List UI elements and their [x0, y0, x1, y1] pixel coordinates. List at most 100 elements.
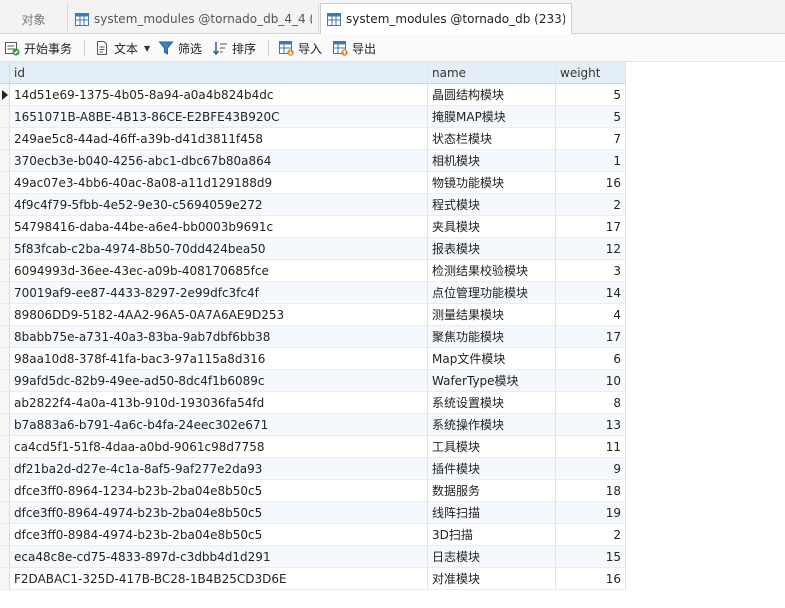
- cell-weight[interactable]: 1: [556, 150, 626, 172]
- row-selector[interactable]: [0, 216, 10, 238]
- table-row[interactable]: 98aa10d8-378f-41fa-bac3-97a115a8d316 Map文…: [0, 348, 626, 370]
- column-header-weight[interactable]: weight: [556, 62, 626, 84]
- cell-id[interactable]: 99afd5dc-82b9-49ee-ad50-8dc4f1b6089c: [10, 370, 428, 392]
- chevron-down-icon[interactable]: ▼: [144, 44, 150, 53]
- cell-name[interactable]: 聚焦功能模块: [428, 326, 556, 348]
- table-row[interactable]: 89806DD9-5182-4AA2-96A5-0A7A6AE9D253 测量结果…: [0, 304, 626, 326]
- cell-weight[interactable]: 8: [556, 392, 626, 414]
- data-grid[interactable]: id name weight 14d51e69-1375-4b05-8a94-a…: [0, 62, 785, 608]
- table-row[interactable]: dfce3ff0-8964-1234-b23b-2ba04e8b50c5 数据服务…: [0, 480, 626, 502]
- row-selector[interactable]: [0, 436, 10, 458]
- export-button[interactable]: 导出: [332, 38, 376, 58]
- cell-name[interactable]: 插件模块: [428, 458, 556, 480]
- table-row[interactable]: 5f83fcab-c2ba-4974-8b50-70dd424bea50 报表模块…: [0, 238, 626, 260]
- cell-name[interactable]: 测量结果模块: [428, 304, 556, 326]
- table-row[interactable]: 99afd5dc-82b9-49ee-ad50-8dc4f1b6089c Wafe…: [0, 370, 626, 392]
- table-row[interactable]: ca4cd5f1-51f8-4daa-a0bd-9061c98d7758 工具模块…: [0, 436, 626, 458]
- cell-weight[interactable]: 19: [556, 502, 626, 524]
- row-selector[interactable]: [0, 546, 10, 568]
- cell-id[interactable]: ab2822f4-4a0a-413b-910d-193036fa54fd: [10, 392, 428, 414]
- row-selector[interactable]: [0, 128, 10, 150]
- cell-id[interactable]: 8babb75e-a731-40a3-83ba-9ab7dbf6bb38: [10, 326, 428, 348]
- row-selector[interactable]: [0, 480, 10, 502]
- row-selector[interactable]: [0, 150, 10, 172]
- cell-name[interactable]: 相机模块: [428, 150, 556, 172]
- cell-weight[interactable]: 12: [556, 238, 626, 260]
- cell-weight[interactable]: 5: [556, 84, 626, 106]
- cell-weight[interactable]: 9: [556, 458, 626, 480]
- row-selector[interactable]: [0, 238, 10, 260]
- cell-id[interactable]: dfce3ff0-8984-4974-b23b-2ba04e8b50c5: [10, 524, 428, 546]
- cell-id[interactable]: F2DABAC1-325D-417B-BC28-1B4B25CD3D6E: [10, 568, 428, 590]
- cell-weight[interactable]: 14: [556, 282, 626, 304]
- cell-name[interactable]: 线阵扫描: [428, 502, 556, 524]
- cell-weight[interactable]: 15: [556, 546, 626, 568]
- begin-transaction-button[interactable]: 开始事务: [4, 38, 72, 58]
- row-selector[interactable]: [0, 260, 10, 282]
- cell-id[interactable]: ca4cd5f1-51f8-4daa-a0bd-9061c98d7758: [10, 436, 428, 458]
- table-row[interactable]: F2DABAC1-325D-417B-BC28-1B4B25CD3D6E 对准模块…: [0, 568, 626, 590]
- cell-name[interactable]: 报表模块: [428, 238, 556, 260]
- cell-weight[interactable]: 6: [556, 348, 626, 370]
- cell-name[interactable]: 系统设置模块: [428, 392, 556, 414]
- cell-weight[interactable]: 17: [556, 326, 626, 348]
- cell-name[interactable]: 日志模块: [428, 546, 556, 568]
- row-selector[interactable]: [0, 326, 10, 348]
- row-selector[interactable]: [0, 568, 10, 590]
- text-view-button[interactable]: 文本 ▼: [94, 38, 150, 58]
- row-selector[interactable]: [0, 392, 10, 414]
- row-selector[interactable]: [0, 458, 10, 480]
- row-selector[interactable]: [0, 172, 10, 194]
- table-row[interactable]: 14d51e69-1375-4b05-8a94-a0a4b824b4dc 晶圆结构…: [0, 84, 626, 106]
- cell-weight[interactable]: 5: [556, 106, 626, 128]
- row-selector[interactable]: [0, 348, 10, 370]
- cell-name[interactable]: 夹具模块: [428, 216, 556, 238]
- column-header-id[interactable]: id: [10, 62, 428, 84]
- row-selector[interactable]: [0, 524, 10, 546]
- sort-button[interactable]: 排序: [212, 38, 256, 58]
- cell-weight[interactable]: 16: [556, 568, 626, 590]
- cell-weight[interactable]: 17: [556, 216, 626, 238]
- cell-id[interactable]: 1651071B-A8BE-4B13-86CE-E2BFE43B920C: [10, 106, 428, 128]
- cell-name[interactable]: 点位管理功能模块: [428, 282, 556, 304]
- cell-weight[interactable]: 2: [556, 194, 626, 216]
- row-selector[interactable]: [0, 282, 10, 304]
- cell-id[interactable]: 14d51e69-1375-4b05-8a94-a0a4b824b4dc: [10, 84, 428, 106]
- table-row[interactable]: dfce3ff0-8984-4974-b23b-2ba04e8b50c5 3D扫描…: [0, 524, 626, 546]
- tab-system-modules-db-4-4[interactable]: system_modules @tornado_db_4_4 (...: [69, 4, 319, 34]
- cell-name[interactable]: 检测结果校验模块: [428, 260, 556, 282]
- import-button[interactable]: 导入: [278, 38, 322, 58]
- cell-name[interactable]: 系统操作模块: [428, 414, 556, 436]
- cell-weight[interactable]: 18: [556, 480, 626, 502]
- table-row[interactable]: 70019af9-ee87-4433-8297-2e99dfc3fc4f 点位管理…: [0, 282, 626, 304]
- table-row[interactable]: 249ae5c8-44ad-46ff-a39b-d41d3811f458 状态栏模…: [0, 128, 626, 150]
- filter-button[interactable]: 筛选: [158, 38, 202, 58]
- cell-weight[interactable]: 11: [556, 436, 626, 458]
- table-row[interactable]: 54798416-daba-44be-a6e4-bb0003b9691c 夹具模块…: [0, 216, 626, 238]
- table-row[interactable]: 8babb75e-a731-40a3-83ba-9ab7dbf6bb38 聚焦功能…: [0, 326, 626, 348]
- table-row[interactable]: df21ba2d-d27e-4c1a-8af5-9af277e2da93 插件模块…: [0, 458, 626, 480]
- row-selector[interactable]: [0, 414, 10, 436]
- cell-name[interactable]: 对准模块: [428, 568, 556, 590]
- cell-weight[interactable]: 3: [556, 260, 626, 282]
- cell-weight[interactable]: 4: [556, 304, 626, 326]
- cell-id[interactable]: 98aa10d8-378f-41fa-bac3-97a115a8d316: [10, 348, 428, 370]
- cell-name[interactable]: 数据服务: [428, 480, 556, 502]
- cell-name[interactable]: 掩膜MAP模块: [428, 106, 556, 128]
- tab-objects[interactable]: 对象: [0, 4, 68, 34]
- cell-name[interactable]: Map文件模块: [428, 348, 556, 370]
- table-row[interactable]: b7a883a6-b791-4a6c-b4fa-24eec302e671 系统操作…: [0, 414, 626, 436]
- cell-id[interactable]: b7a883a6-b791-4a6c-b4fa-24eec302e671: [10, 414, 428, 436]
- table-row[interactable]: 370ecb3e-b040-4256-abc1-dbc67b80a864 相机模块…: [0, 150, 626, 172]
- cell-id[interactable]: 6094993d-36ee-43ec-a09b-408170685fce: [10, 260, 428, 282]
- row-selector-header[interactable]: [0, 62, 10, 84]
- cell-id[interactable]: dfce3ff0-8964-1234-b23b-2ba04e8b50c5: [10, 480, 428, 502]
- row-selector[interactable]: [0, 194, 10, 216]
- row-selector[interactable]: [0, 106, 10, 128]
- cell-id[interactable]: df21ba2d-d27e-4c1a-8af5-9af277e2da93: [10, 458, 428, 480]
- cell-id[interactable]: 54798416-daba-44be-a6e4-bb0003b9691c: [10, 216, 428, 238]
- cell-id[interactable]: eca48c8e-cd75-4833-897d-c3dbb4d1d291: [10, 546, 428, 568]
- row-selector[interactable]: [0, 502, 10, 524]
- cell-name[interactable]: WaferType模块: [428, 370, 556, 392]
- cell-name[interactable]: 物镜功能模块: [428, 172, 556, 194]
